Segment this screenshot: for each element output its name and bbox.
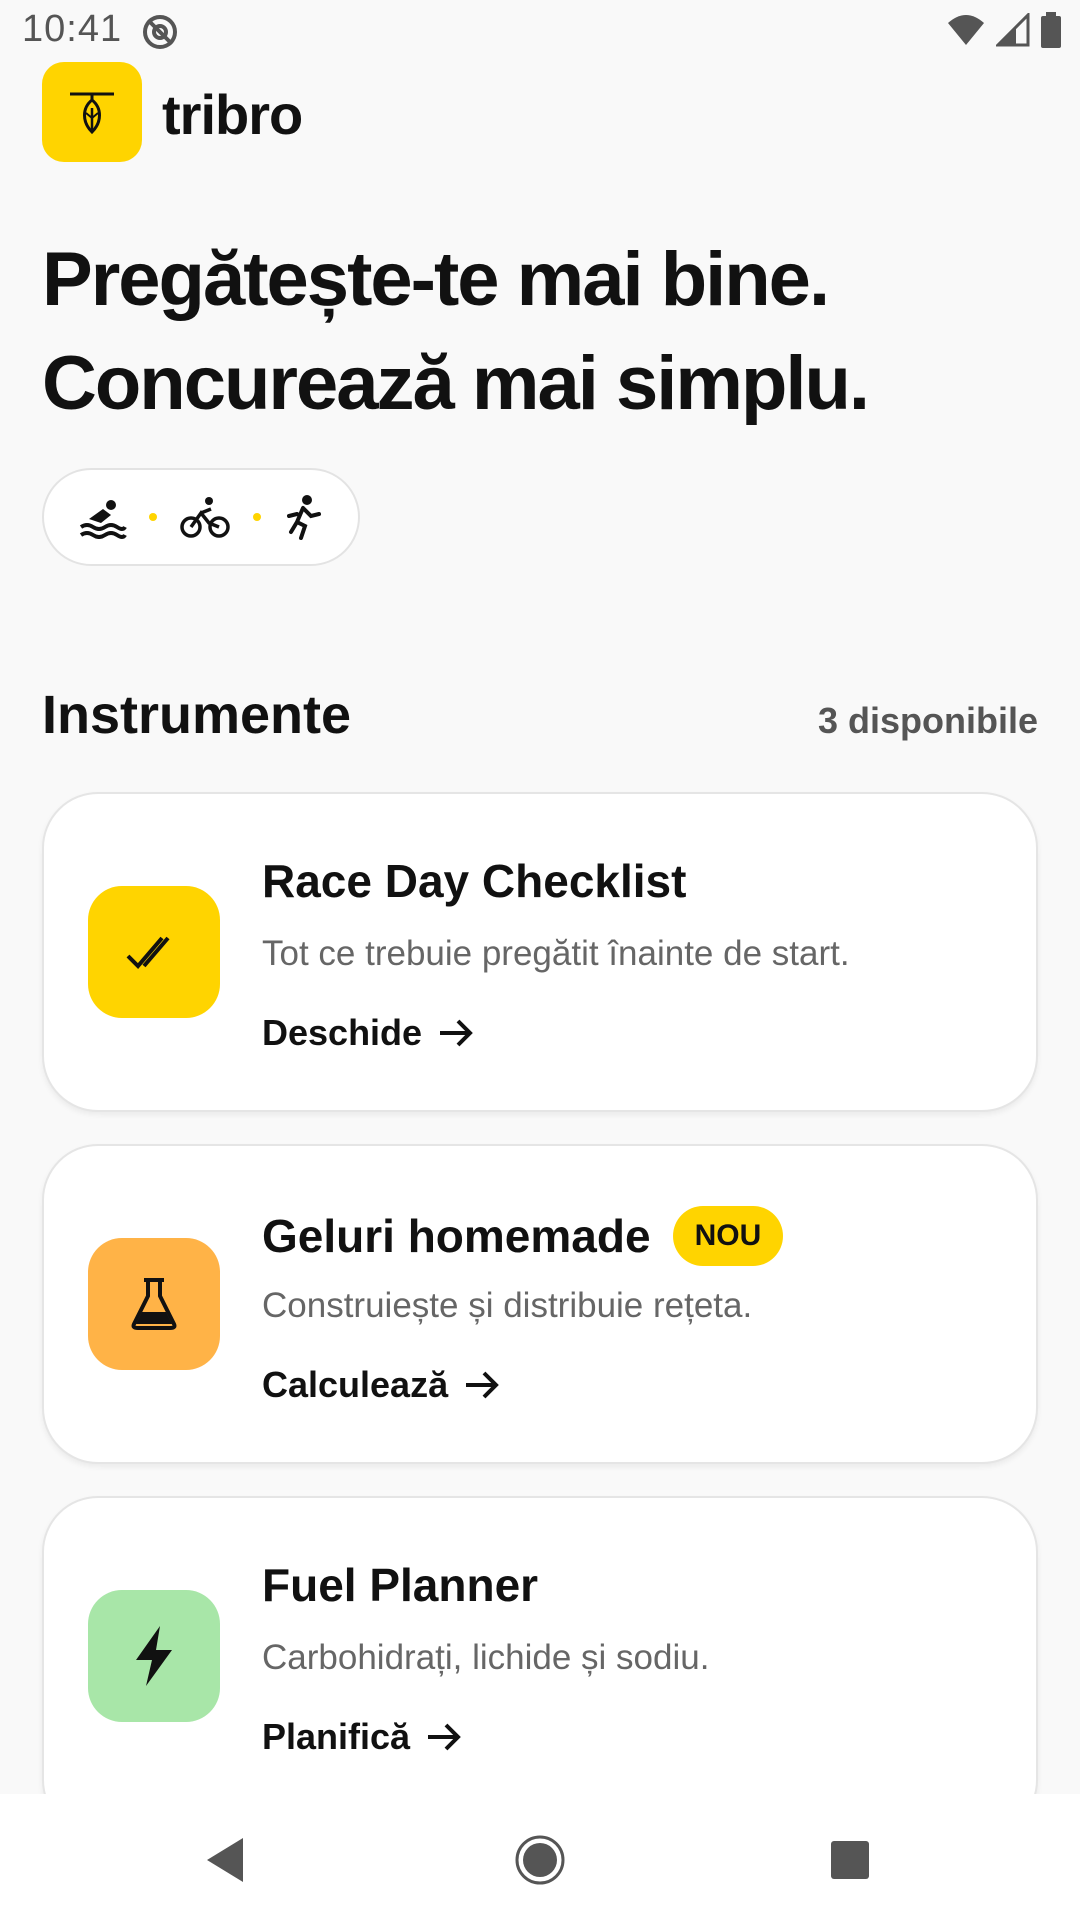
headline-line-1: Pregătește-te mai bine.: [42, 237, 830, 322]
card-action-label: Calculează: [262, 1364, 449, 1405]
bike-icon: [180, 497, 230, 538]
sports-pill: [42, 468, 360, 566]
card-title: Fuel Planner: [262, 1558, 538, 1612]
brand-name: tribro: [162, 83, 303, 146]
card-description: Tot ce trebuie pregătit înainte de start…: [262, 934, 850, 973]
card-title-text: Fuel Planner: [262, 1559, 539, 1611]
recents-icon: [831, 1841, 869, 1879]
card-icon-box: [88, 1238, 220, 1370]
card-icon-box: [88, 1590, 220, 1722]
card-action-label: Deschide: [262, 1012, 423, 1053]
app-logo: [42, 62, 142, 162]
leaf-pendant-icon: [70, 92, 114, 135]
status-icons: [946, 12, 1062, 48]
lightning-icon: [136, 1626, 172, 1686]
section-title: Instrumente: [42, 685, 352, 745]
system-nav-bar: [0, 1794, 1080, 1920]
signal-icon: [996, 13, 1030, 47]
tools-count: 3 disponibile: [817, 700, 1038, 741]
calculate-button[interactable]: Calculează: [262, 1364, 502, 1406]
card-description: Carbohidrați, lichide și sodiu.: [262, 1638, 710, 1677]
home-button[interactable]: [510, 1830, 570, 1890]
tool-card-fuel-planner[interactable]: Fuel Planner Carbohidrați, lichide și so…: [42, 1496, 1038, 1836]
card-icon-box: [88, 886, 220, 1018]
card-title: Geluri homemade NOU: [262, 1206, 784, 1266]
swim-icon: [79, 500, 127, 539]
status-bar: 10:41: [0, 0, 1080, 64]
back-button[interactable]: [195, 1830, 255, 1890]
arrow-right-icon: [440, 1019, 473, 1047]
double-check-icon: [126, 936, 170, 969]
battery-icon: [1041, 12, 1061, 48]
headline-line-2: Concurează mai simplu.: [42, 341, 870, 426]
recents-button[interactable]: [820, 1830, 880, 1890]
flask-icon: [131, 1278, 177, 1330]
card-title-text: Race Day Checklist: [262, 855, 687, 907]
at-sign-icon: [143, 15, 177, 49]
page-headline: Pregătește-te mai bine. Concurează mai s…: [42, 228, 1042, 436]
card-description: Construiește și distribuie rețeta.: [262, 1286, 753, 1325]
home-icon: [515, 1835, 565, 1885]
separator-dot: [149, 513, 157, 521]
plan-button[interactable]: Planifică: [262, 1716, 464, 1758]
arrow-right-icon: [466, 1371, 499, 1399]
new-badge: NOU: [672, 1206, 784, 1266]
wifi-icon: [948, 15, 984, 45]
card-action-label: Planifică: [262, 1716, 411, 1757]
back-icon: [207, 1838, 243, 1882]
arrow-right-icon: [428, 1723, 461, 1751]
tool-card-race-day-checklist[interactable]: Race Day Checklist Tot ce trebuie pregăt…: [42, 792, 1038, 1112]
tool-card-geluri-homemade[interactable]: Geluri homemade NOU Construiește și dist…: [42, 1144, 1038, 1464]
card-title: Race Day Checklist: [262, 854, 686, 908]
status-time: 10:41: [22, 8, 123, 50]
card-title-text: Geluri homemade: [262, 1210, 651, 1262]
open-checklist-button[interactable]: Deschide: [262, 1012, 476, 1054]
run-icon: [287, 495, 321, 540]
separator-dot: [253, 513, 261, 521]
